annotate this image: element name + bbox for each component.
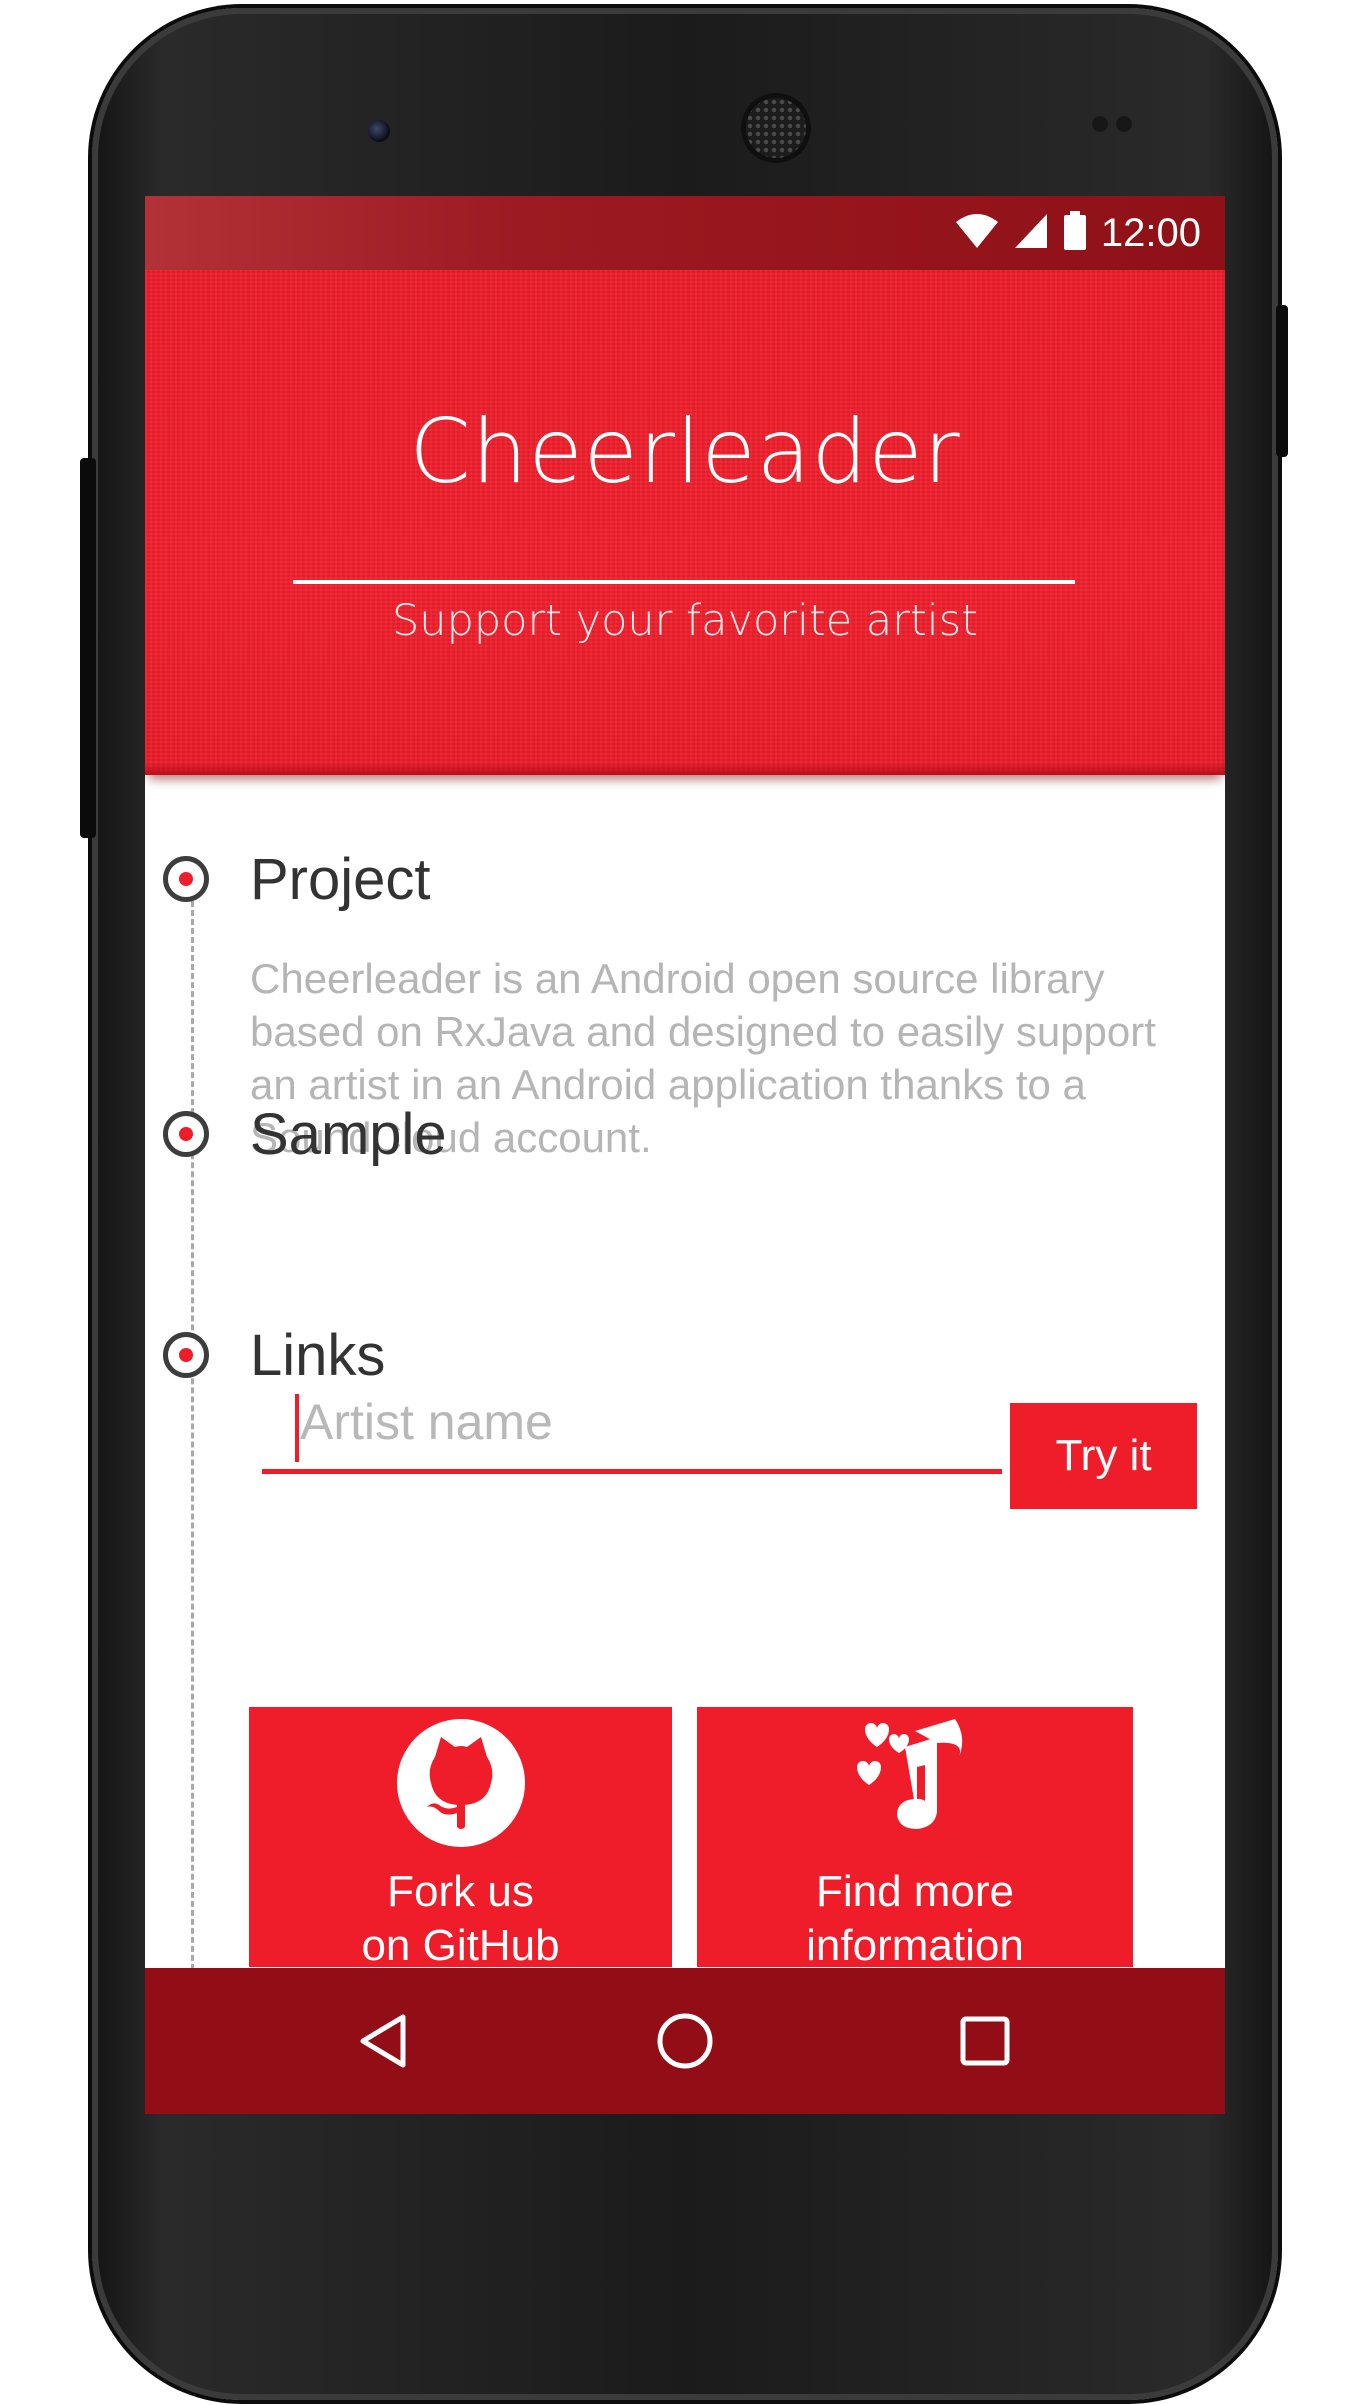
timeline-bullet-sample	[163, 1111, 209, 1157]
github-icon	[395, 1717, 527, 1854]
github-tile-line2: on GitHub	[361, 1921, 560, 1970]
github-tile-label: Fork us on GitHub	[249, 1865, 672, 1973]
status-bar: 12:00	[145, 196, 1225, 270]
wifi-icon	[955, 212, 999, 255]
recents-icon[interactable]	[955, 2011, 1015, 2071]
info-tile-line2: information	[806, 1921, 1024, 1970]
timeline-bullet-links	[163, 1332, 209, 1378]
title-divider	[293, 580, 1075, 584]
volume-button	[80, 458, 96, 838]
timeline-bullet-project	[163, 856, 209, 902]
navigation-bar	[145, 1968, 1225, 2114]
app-header: Cheerleader Support your favorite artist	[145, 270, 1225, 775]
section-title-links: Links	[250, 1323, 386, 1388]
artist-name-input[interactable]	[262, 1374, 1002, 1474]
battery-icon	[1063, 210, 1087, 256]
timeline-line	[191, 901, 194, 2114]
cell-signal-icon	[1013, 212, 1049, 255]
try-it-button[interactable]: Try it	[1010, 1403, 1197, 1509]
light-sensor	[1116, 116, 1132, 132]
text-cursor	[295, 1394, 299, 1462]
status-time: 12:00	[1100, 210, 1201, 255]
section-title-sample: Sample	[250, 1102, 447, 1167]
info-tile-line1: Find more	[815, 1867, 1015, 1916]
info-tile-label: Find more information	[697, 1865, 1133, 1973]
front-camera	[368, 120, 390, 142]
proximity-sensor	[1092, 116, 1108, 132]
github-tile-line1: Fork us	[387, 1867, 534, 1916]
app-subtitle: Support your favorite artist	[392, 596, 978, 646]
power-button	[1276, 305, 1288, 457]
app-screen: 12:00 Cheerleader Support your favorite …	[145, 196, 1225, 2114]
github-link-tile[interactable]: Fork us on GitHub	[249, 1707, 672, 1970]
info-link-tile[interactable]: Find more information	[697, 1707, 1133, 1970]
app-title: Cheerleader	[409, 400, 961, 503]
section-title-project: Project	[250, 847, 431, 912]
music-note-hearts-icon	[855, 1717, 975, 1852]
earpiece-speaker	[746, 98, 806, 158]
back-icon[interactable]	[353, 2011, 413, 2071]
home-icon[interactable]	[655, 2011, 715, 2071]
